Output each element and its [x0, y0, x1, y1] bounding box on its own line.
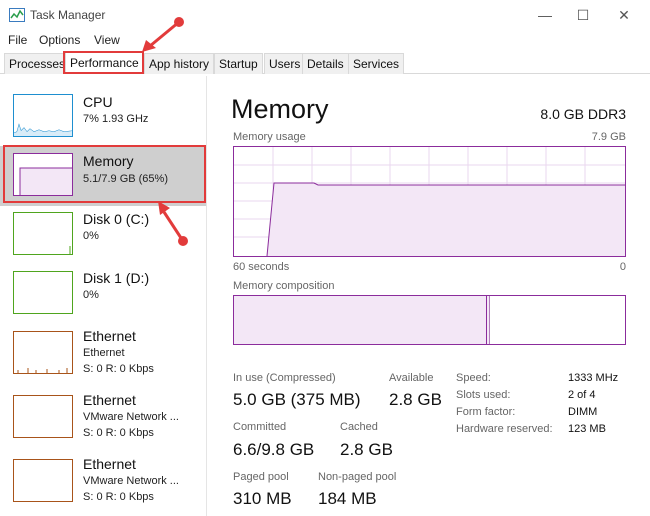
- sidebar-item-label: Disk 1 (D:): [83, 270, 150, 286]
- page-title: Memory: [231, 94, 329, 124]
- sidebar-item-memory[interactable]: Memory 5.1/7.9 GB (65%): [0, 146, 206, 206]
- sidebar-item-cpu[interactable]: CPU 7% 1.93 GHz: [0, 91, 206, 151]
- tab-services[interactable]: Services: [348, 53, 405, 74]
- performance-sidebar: CPU 7% 1.93 GHz Memory 5.1/7.9 GB (65%) …: [0, 76, 207, 516]
- sidebar-item-label: Ethernet: [83, 328, 136, 344]
- in-use-label: In use (Compressed): [233, 372, 336, 384]
- disk0-sparkline: [69, 246, 71, 254]
- hardware-reserved-value: 123 MB: [568, 423, 606, 435]
- slots-used-label: Slots used:: [456, 389, 511, 401]
- window-title: Task Manager: [30, 8, 106, 22]
- slots-used-value: 2 of 4: [568, 389, 596, 401]
- memory-panel: Memory 8.0 GB DDR3 Memory usage 7.9 GB 6…: [208, 76, 650, 516]
- cpu-sparkline: [14, 123, 72, 136]
- committed-label: Committed: [233, 421, 287, 433]
- ethernet2-thumbnail-graph: [13, 395, 73, 438]
- composition-graph-label: Memory composition: [233, 280, 335, 292]
- paged-pool-value: 310 MB: [233, 489, 292, 508]
- sidebar-item-ethernet-2[interactable]: Ethernet VMware Network ... S: 0 R: 0 Kb…: [0, 390, 206, 450]
- title-bar: Task Manager — ☐ ✕: [0, 0, 650, 31]
- minimize-button[interactable]: —: [529, 3, 561, 27]
- menu-options[interactable]: Options: [39, 33, 80, 47]
- cached-label: Cached: [340, 421, 378, 433]
- tab-processes[interactable]: Processes: [4, 53, 71, 74]
- maximize-button[interactable]: ☐: [567, 3, 599, 27]
- menu-bar: File Options View: [0, 31, 650, 50]
- ethernet1-thumbnail-graph: [13, 331, 73, 374]
- sidebar-item-label: Disk 0 (C:): [83, 211, 150, 227]
- sidebar-item-detail: VMware Network ...: [83, 411, 179, 423]
- sidebar-item-throughput: S: 0 R: 0 Kbps: [83, 427, 154, 439]
- tab-startup[interactable]: Startup: [214, 53, 263, 74]
- form-factor-label: Form factor:: [456, 406, 516, 418]
- sidebar-item-detail: 0%: [83, 230, 99, 242]
- available-value: 2.8 GB: [389, 390, 442, 409]
- time-axis-start: 60 seconds: [233, 261, 290, 273]
- tab-strip: Processes Performance App history Startu…: [0, 51, 650, 74]
- speed-value: 1333 MHz: [568, 372, 619, 384]
- close-button[interactable]: ✕: [608, 3, 640, 27]
- sidebar-item-throughput: S: 0 R: 0 Kbps: [83, 491, 154, 503]
- menu-file[interactable]: File: [8, 33, 27, 47]
- usage-graph-max: 7.9 GB: [591, 131, 626, 143]
- ethernet3-thumbnail-graph: [13, 459, 73, 502]
- disk1-thumbnail-graph: [13, 271, 73, 314]
- sidebar-item-disk-1[interactable]: Disk 1 (D:) 0%: [0, 266, 206, 326]
- cached-value: 2.8 GB: [340, 440, 393, 459]
- in-use-value: 5.0 GB (375 MB): [233, 390, 361, 409]
- non-paged-pool-value: 184 MB: [318, 489, 377, 508]
- time-axis-end: 0: [619, 261, 626, 273]
- sidebar-item-detail: 0%: [83, 289, 99, 301]
- tab-performance[interactable]: Performance: [65, 51, 144, 74]
- menu-view[interactable]: View: [94, 33, 120, 47]
- sidebar-item-label: Ethernet: [83, 456, 136, 472]
- memory-composition-bar: [233, 295, 626, 345]
- memory-thumbnail-graph: [13, 153, 73, 196]
- memory-usage-plot: [234, 147, 625, 257]
- committed-value: 6.6/9.8 GB: [233, 440, 315, 459]
- memory-usage-graph: [233, 146, 626, 257]
- non-paged-pool-label: Non-paged pool: [318, 471, 397, 483]
- sidebar-item-detail: 5.1/7.9 GB (65%): [83, 173, 168, 185]
- sidebar-item-label: Memory: [83, 153, 134, 169]
- tab-users[interactable]: Users: [264, 53, 306, 74]
- sidebar-item-ethernet-3[interactable]: Ethernet VMware Network ... S: 0 R: 0 Kb…: [0, 454, 206, 514]
- disk0-thumbnail-graph: [13, 212, 73, 255]
- sidebar-item-label: Ethernet: [83, 392, 136, 408]
- memory-sparkline: [19, 167, 72, 195]
- sidebar-item-detail: Ethernet: [83, 347, 125, 359]
- sidebar-item-detail: VMware Network ...: [83, 475, 179, 487]
- speed-label: Speed:: [456, 372, 491, 384]
- sidebar-item-throughput: S: 0 R: 0 Kbps: [83, 363, 154, 375]
- sidebar-item-detail: 7% 1.93 GHz: [83, 113, 149, 125]
- sidebar-item-disk-0[interactable]: Disk 0 (C:) 0%: [0, 207, 206, 267]
- task-manager-icon: [9, 8, 25, 22]
- composition-modified: [487, 296, 490, 344]
- usage-graph-label: Memory usage: [233, 131, 306, 143]
- sidebar-item-ethernet-1[interactable]: Ethernet Ethernet S: 0 R: 0 Kbps: [0, 326, 206, 386]
- memory-spec: 8.0 GB DDR3: [540, 106, 626, 122]
- tab-app-history[interactable]: App history: [144, 53, 215, 74]
- available-label: Available: [389, 372, 434, 384]
- composition-in-use: [234, 296, 487, 344]
- form-factor-value: DIMM: [568, 406, 598, 418]
- tab-details[interactable]: Details: [302, 53, 349, 74]
- sidebar-item-label: CPU: [83, 94, 113, 110]
- cpu-thumbnail-graph: [13, 94, 73, 137]
- paged-pool-label: Paged pool: [233, 471, 289, 483]
- hardware-reserved-label: Hardware reserved:: [456, 423, 553, 435]
- ethernet1-sparkline: [17, 368, 68, 373]
